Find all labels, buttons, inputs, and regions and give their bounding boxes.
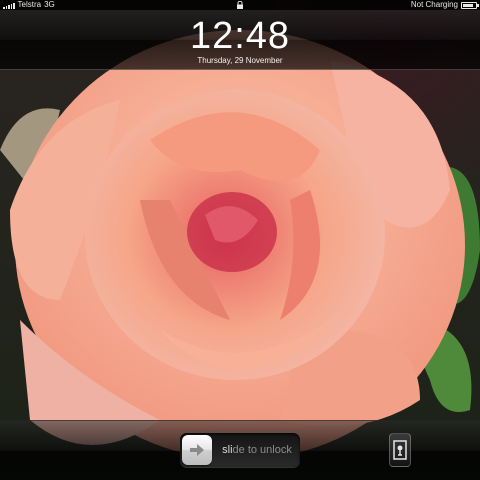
carrier-name: Telstra	[17, 0, 42, 9]
battery-icon	[461, 1, 479, 9]
picture-frame-icon	[393, 440, 407, 460]
unlock-slider-track[interactable]: slide to unlock	[180, 433, 300, 467]
battery-level	[463, 3, 474, 7]
clock-panel: 12:48 Thursday, 29 November	[0, 10, 480, 70]
picture-frame-button[interactable]	[389, 433, 411, 467]
status-bar: Telstra 3G Not Charging	[0, 0, 480, 10]
lock-screen: Telstra 3G Not Charging 12:48 Thursday, …	[0, 0, 480, 480]
slide-to-unlock-text: de to unlock	[232, 444, 292, 456]
lock-icon	[237, 1, 243, 9]
signal-icon	[3, 2, 15, 9]
unlock-slider-knob[interactable]	[182, 435, 212, 465]
clock-time: 12:48	[189, 15, 291, 57]
rose-wallpaper	[0, 0, 480, 480]
slide-to-unlock-highlight: sli	[222, 444, 233, 456]
unlock-panel: slide to unlock	[0, 420, 480, 480]
charging-status: Not Charging	[410, 0, 458, 9]
slide-to-unlock-label: slide to unlock	[216, 433, 298, 467]
arrow-right-icon	[190, 444, 204, 456]
network-type: 3G	[44, 0, 55, 9]
rose-image	[0, 30, 480, 460]
clock-date: Thursday, 29 November	[197, 56, 283, 65]
